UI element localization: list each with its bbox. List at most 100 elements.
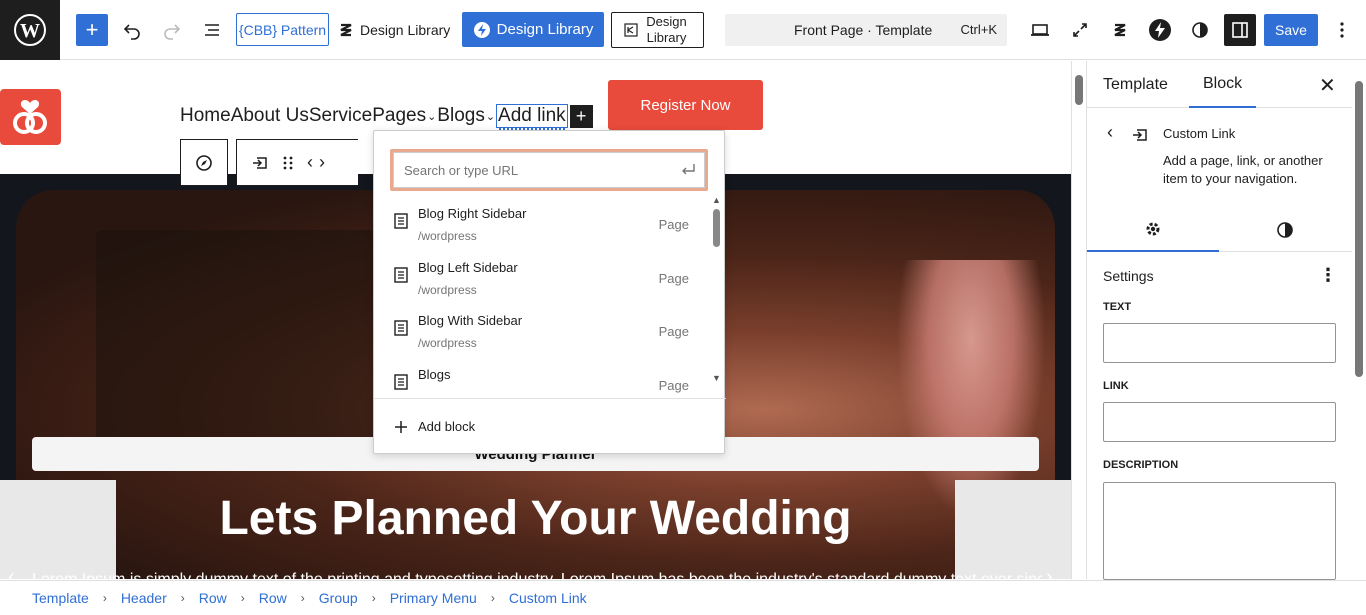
tab-settings[interactable]: [1087, 208, 1219, 252]
design-library-button-3[interactable]: Design Library: [611, 12, 704, 48]
page-icon: [394, 320, 408, 336]
scroll-up-icon[interactable]: ▲: [712, 197, 721, 205]
breadcrumb-group[interactable]: Group: [319, 590, 358, 606]
close-icon[interactable]: ✕: [1319, 73, 1336, 98]
suggestion-title: Blog Left Sidebar: [418, 260, 518, 275]
suggestion-url: /wordpress: [418, 336, 477, 350]
site-logo[interactable]: [0, 89, 61, 145]
register-now-button[interactable]: Register Now: [608, 80, 763, 130]
chevron-right-icon: ›: [102, 591, 107, 605]
bolt-icon: [1149, 19, 1171, 41]
chevron-right-icon: ›: [180, 591, 185, 605]
description-field[interactable]: [1103, 482, 1336, 580]
move-right-icon[interactable]: ›: [319, 152, 325, 173]
bolt-settings-button[interactable]: [1146, 14, 1174, 46]
slider-next-icon[interactable]: ›: [1046, 566, 1053, 579]
nav-item-pages[interactable]: Pages: [372, 105, 426, 127]
undo-icon: [123, 24, 140, 40]
tab-styles[interactable]: [1219, 208, 1351, 252]
scroll-down-icon[interactable]: ▼: [712, 373, 721, 383]
nav-item-service[interactable]: Service: [309, 105, 372, 127]
sidebar-scrollbar-thumb[interactable]: [1355, 81, 1363, 377]
block-description: Add a page, link, or another item to you…: [1163, 153, 1323, 187]
breadcrumb-row-inner[interactable]: Row: [259, 590, 287, 606]
nav-item-blogs[interactable]: Blogs: [437, 105, 485, 127]
fullscreen-button[interactable]: [1066, 14, 1094, 46]
back-chevron-icon[interactable]: ‹: [1107, 122, 1113, 143]
text-field[interactable]: [1103, 323, 1336, 363]
page-icon: [394, 213, 408, 229]
nav-item-home[interactable]: Home: [180, 105, 231, 127]
options-menu-button[interactable]: [1330, 14, 1354, 46]
custom-link-icon[interactable]: [251, 154, 269, 172]
wordpress-logo-icon[interactable]: W: [0, 0, 60, 60]
suggestion-title: Blog With Sidebar: [418, 313, 523, 328]
block-toolbar-parent[interactable]: [180, 139, 228, 186]
link-field[interactable]: [1103, 402, 1336, 442]
suggestion-url: /wordpress: [418, 229, 477, 243]
laptop-icon: [1031, 24, 1049, 36]
block-breadcrumb: Template › Header › Row › Row › Group › …: [0, 580, 1366, 615]
nav-item-about[interactable]: About Us: [231, 105, 309, 127]
add-block-button[interactable]: +: [76, 14, 108, 46]
compass-icon: [196, 154, 212, 171]
design-library-label-2: Design Library: [496, 21, 594, 38]
link-suggestions: Blog Right Sidebar /wordpress Page Blog …: [374, 197, 726, 397]
stackable-settings-button[interactable]: [1106, 14, 1134, 46]
breadcrumb-custom-link[interactable]: Custom Link: [509, 590, 587, 606]
suggestion-type: Page: [658, 217, 689, 232]
link-suggestion-item[interactable]: Blog With Sidebar /wordpress Page: [374, 304, 710, 358]
breadcrumb-row[interactable]: Row: [199, 590, 227, 606]
hero-title: Lets Planned Your Wedding: [219, 492, 852, 545]
styles-button[interactable]: [1186, 14, 1214, 46]
hero-text: Lorem Ipsum is simply dummy text of the …: [32, 571, 1042, 579]
preview-device-button[interactable]: [1026, 14, 1054, 46]
settings-sidebar: Template Block ✕ ‹ Custom Link Add a pag…: [1086, 61, 1353, 580]
chevron-down-icon: ⌄: [485, 110, 496, 123]
tab-template[interactable]: Template: [1103, 61, 1168, 108]
slider-prev-icon[interactable]: ‹: [8, 566, 15, 579]
kebab-icon[interactable]: ⋮: [1319, 265, 1337, 286]
link-suggestion-item[interactable]: Blogs Page: [374, 358, 710, 397]
chevron-right-icon: ›: [371, 591, 376, 605]
save-button[interactable]: Save: [1264, 14, 1318, 46]
canvas-scrollbar[interactable]: [1071, 61, 1085, 579]
move-left-icon[interactable]: ‹: [307, 152, 313, 173]
redo-button[interactable]: [158, 14, 186, 46]
design-library-button-1[interactable]: Design Library: [338, 14, 450, 46]
stackable-icon: [1114, 23, 1126, 37]
command-palette[interactable]: Front Page · Template Ctrl+K: [725, 14, 1007, 46]
nav-item-add-link[interactable]: Add link: [496, 104, 568, 130]
document-overview-button[interactable]: [198, 14, 226, 46]
undo-button[interactable]: [118, 14, 146, 46]
kebab-icon: [1340, 22, 1344, 38]
add-nav-item-button[interactable]: +: [569, 104, 593, 128]
chevron-right-icon: ›: [300, 591, 305, 605]
block-settings-tabs: [1087, 208, 1353, 252]
breadcrumb-template[interactable]: Template: [32, 590, 89, 606]
link-search-input[interactable]: [393, 152, 705, 188]
heart-rings-icon: [13, 100, 47, 134]
tab-block[interactable]: Block: [1189, 61, 1257, 108]
suggestions-scrollbar[interactable]: ▲ ▼: [711, 197, 723, 397]
add-block-row[interactable]: Add block: [374, 398, 726, 454]
design-library-button-2[interactable]: Design Library: [462, 12, 604, 47]
contrast-icon: [1277, 222, 1293, 238]
link-suggestion-item[interactable]: Blog Right Sidebar /wordpress Page: [374, 197, 710, 251]
link-suggestion-item[interactable]: Blog Left Sidebar /wordpress Page: [374, 251, 710, 305]
drag-handle-icon[interactable]: [283, 155, 293, 171]
canvas-scrollbar-thumb[interactable]: [1075, 75, 1083, 105]
enter-icon[interactable]: [679, 161, 697, 179]
sidebar-scrollbar[interactable]: [1352, 61, 1366, 579]
list-view-icon: [205, 24, 219, 36]
cbb-pattern-button[interactable]: {CBB} Pattern: [236, 13, 329, 46]
breadcrumb-primary-menu[interactable]: Primary Menu: [390, 590, 477, 606]
suggestions-scrollbar-thumb[interactable]: [713, 209, 720, 247]
settings-sidebar-toggle[interactable]: [1224, 14, 1256, 46]
block-toolbar-tools: ‹ ›: [236, 139, 358, 186]
suggestion-type: Page: [658, 271, 689, 286]
contrast-icon: [1192, 22, 1208, 38]
redo-icon: [164, 24, 181, 40]
bolt-icon: [473, 21, 490, 38]
breadcrumb-header[interactable]: Header: [121, 590, 167, 606]
